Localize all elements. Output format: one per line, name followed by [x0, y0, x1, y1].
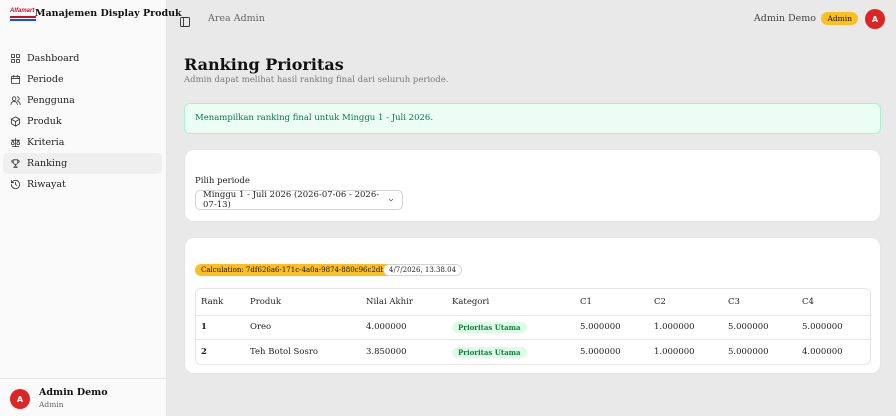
info-alert: Menampilkan ranking final untuk Minggu 1… — [184, 103, 881, 134]
sidebar-nav: Dashboard Periode Pengguna Produk Kriter… — [3, 48, 162, 195]
avatar[interactable]: A — [865, 9, 885, 29]
date-badge: 4/7/2026, 13.38.04 — [383, 264, 463, 276]
period-select-value: Minggu 1 - Juli 2026 (2026-07-06 - 2026-… — [203, 190, 380, 210]
role-badge: Admin — [821, 12, 858, 25]
grid-icon — [10, 53, 21, 64]
table-row: 1 Oreo 4.000000 Prioritas Utama 5.000000… — [196, 315, 870, 340]
category-badge: Prioritas Utama — [452, 321, 527, 333]
sidebar-item-label: Pengguna — [27, 95, 75, 106]
c1-cell: 5.000000 — [580, 347, 621, 357]
table-header-row: Rank Produk Nilai Akhir Kategori C1 C2 C… — [196, 289, 870, 316]
period-card: Pilih periode Minggu 1 - Juli 2026 (2026… — [184, 149, 881, 222]
history-icon — [10, 179, 21, 190]
product-cell: Oreo — [245, 315, 361, 340]
table-row: 2 Teh Botol Sosro 3.850000 Prioritas Uta… — [196, 340, 870, 365]
alfamart-logo: Alfamart — [10, 8, 38, 22]
c3-cell: 5.000000 — [723, 315, 797, 340]
c2-cell: 1.000000 — [654, 347, 695, 357]
period-label: Pilih periode — [195, 176, 250, 186]
sidebar-item-label: Dashboard — [27, 53, 80, 64]
calculation-badge: Calculation: 7df626a6-171c-4a0a-9874-880… — [195, 264, 398, 276]
column-header: Nilai Akhir — [361, 289, 447, 316]
sidebar-user[interactable]: A Admin Demo Admin — [0, 378, 167, 416]
users-icon — [10, 96, 21, 106]
rank-cell: 2 — [201, 347, 207, 357]
rank-cell: 1 — [196, 315, 245, 340]
sidebar-item-pengguna[interactable]: Pengguna — [3, 90, 162, 111]
app-title: Manajemen Display Produk — [35, 8, 182, 19]
calendar-icon — [10, 74, 21, 85]
avatar: A — [10, 389, 30, 409]
header-user-name: Admin Demo — [753, 13, 816, 24]
sidebar: Alfamart Manajemen Display Produk Dashbo… — [0, 0, 182, 416]
ranking-table: Rank Produk Nilai Akhir Kategori C1 C2 C… — [195, 288, 871, 365]
header-title: Area Admin — [208, 13, 265, 24]
sidebar-item-label: Periode — [27, 74, 64, 85]
category-cell: Prioritas Utama — [447, 315, 575, 340]
column-header: C1 — [575, 289, 649, 316]
top-header: Area Admin Admin Demo Admin A — [167, 0, 896, 38]
sidebar-item-ranking[interactable]: Ranking — [3, 153, 162, 174]
period-select[interactable]: Minggu 1 - Juli 2026 (2026-07-06 - 2026-… — [195, 190, 403, 210]
user-role: Admin — [39, 400, 64, 409]
sidebar-item-riwayat[interactable]: Riwayat — [3, 174, 162, 195]
box-icon — [10, 116, 21, 127]
trophy-icon — [11, 159, 20, 169]
page-subtitle: Admin dapat melihat hasil ranking final … — [184, 75, 449, 85]
sidebar-item-label: Riwayat — [27, 179, 66, 190]
brand[interactable]: Alfamart — [10, 8, 38, 22]
c4-cell: 4.000000 — [802, 347, 843, 357]
sidebar-item-label: Kriteria — [27, 137, 65, 148]
chevron-down-icon — [387, 196, 395, 204]
page-title: Ranking Prioritas — [184, 55, 344, 74]
score-cell: 3.850000 — [366, 347, 407, 357]
column-header: Rank — [196, 289, 245, 316]
score-cell: 4.000000 — [361, 315, 447, 340]
c2-cell: 1.000000 — [649, 315, 723, 340]
c3-cell: 5.000000 — [728, 347, 769, 357]
scale-icon — [10, 137, 21, 148]
column-header: Kategori — [447, 289, 575, 316]
sidebar-item-produk[interactable]: Produk — [3, 111, 162, 132]
column-header: C4 — [797, 289, 870, 316]
sidebar-item-label: Ranking — [27, 158, 68, 169]
sidebar-item-periode[interactable]: Periode — [3, 69, 162, 90]
column-header: Produk — [245, 289, 361, 316]
category-cell: Prioritas Utama — [447, 340, 575, 365]
sidebar-item-dashboard[interactable]: Dashboard — [3, 48, 162, 69]
c1-cell: 5.000000 — [575, 315, 649, 340]
product-cell: Teh Botol Sosro — [250, 347, 319, 357]
category-badge: Prioritas Utama — [452, 346, 527, 358]
column-header: C2 — [649, 289, 723, 316]
user-name: Admin Demo — [39, 387, 108, 398]
c4-cell: 5.000000 — [797, 315, 870, 340]
sidebar-toggle-icon[interactable] — [179, 13, 191, 27]
column-header: C3 — [723, 289, 797, 316]
sidebar-item-kriteria[interactable]: Kriteria — [3, 132, 162, 153]
sidebar-item-label: Produk — [27, 116, 62, 127]
ranking-card: Calculation: 7df626a6-171c-4a0a-9874-880… — [184, 237, 881, 374]
